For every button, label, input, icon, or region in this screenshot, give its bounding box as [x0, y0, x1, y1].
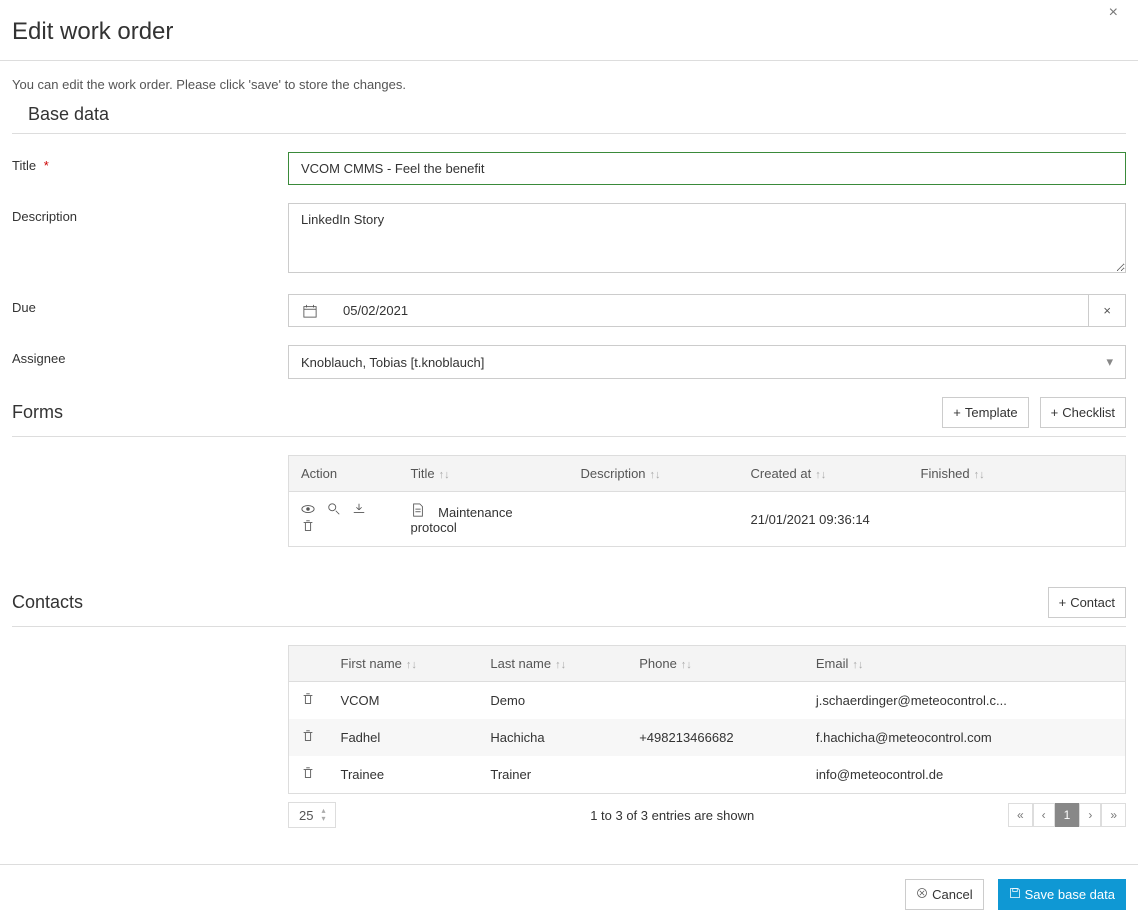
table-row: TraineeTrainer info@meteocontrol.de	[289, 756, 1126, 794]
sort-icon: ↑↓	[555, 659, 566, 671]
description-label: Description	[12, 209, 77, 224]
trash-icon[interactable]	[301, 521, 315, 536]
col-finished[interactable]: Finished	[921, 466, 970, 481]
clear-due-icon[interactable]: ×	[1089, 294, 1126, 327]
description-input[interactable]	[288, 203, 1126, 273]
table-row: FadhelHachicha+498213466682f.hachicha@me…	[289, 719, 1126, 756]
sort-icon: ↑↓	[681, 659, 692, 671]
contact-email: j.schaerdinger@meteocontrol.c...	[804, 682, 1126, 720]
plus-icon: +	[1059, 595, 1067, 610]
view-icon[interactable]	[301, 504, 315, 519]
contact-last: Trainer	[478, 756, 627, 794]
chevron-down-icon: ▾	[1106, 354, 1113, 370]
form-title: Maintenance protocol	[411, 505, 513, 535]
section-contacts-heading: Contacts	[12, 592, 83, 613]
sort-icon: ↑↓	[439, 469, 450, 481]
contact-last: Hachicha	[478, 719, 627, 756]
assignee-select[interactable]: Knoblauch, Tobias [t.knoblauch] ▾	[288, 345, 1126, 379]
trash-icon[interactable]	[301, 731, 315, 746]
col-first-name[interactable]: First name	[341, 656, 402, 671]
pager-last[interactable]: »	[1101, 803, 1126, 827]
col-phone[interactable]: Phone	[639, 656, 677, 671]
cancel-button[interactable]: Cancel	[905, 879, 983, 910]
sort-icon: ↑↓	[406, 659, 417, 671]
due-label: Due	[12, 300, 36, 315]
col-action: Action	[301, 466, 337, 481]
dialog-title: Edit work order	[12, 18, 173, 46]
add-contact-button[interactable]: + Contact	[1048, 587, 1126, 618]
contact-email: f.hachicha@meteocontrol.com	[804, 719, 1126, 756]
section-base-data-heading: Base data	[28, 104, 109, 125]
sort-icon: ↑↓	[650, 469, 661, 481]
save-icon	[1009, 887, 1021, 902]
close-icon[interactable]: ×	[1109, 4, 1118, 22]
dialog-body: You can edit the work order. Please clic…	[0, 61, 1138, 864]
add-template-button[interactable]: + Template	[942, 397, 1028, 428]
form-created: 21/01/2021 09:36:14	[739, 492, 909, 547]
assignee-value: Knoblauch, Tobias [t.knoblauch]	[301, 355, 484, 370]
cancel-icon	[916, 887, 928, 902]
col-email[interactable]: Email	[816, 656, 849, 671]
pager-summary: 1 to 3 of 3 entries are shown	[590, 808, 754, 823]
required-marker: *	[44, 158, 49, 173]
help-text: You can edit the work order. Please clic…	[12, 77, 1126, 92]
pager-first[interactable]: «	[1008, 803, 1033, 827]
plus-icon: +	[953, 405, 961, 420]
form-finished	[909, 492, 1126, 547]
contact-first: VCOM	[329, 682, 479, 720]
contact-last: Demo	[478, 682, 627, 720]
sort-icon: ↑↓	[815, 469, 826, 481]
trash-icon[interactable]	[301, 768, 315, 783]
col-last-name[interactable]: Last name	[490, 656, 551, 671]
add-checklist-button[interactable]: + Checklist	[1040, 397, 1126, 428]
calendar-icon[interactable]	[288, 294, 331, 327]
title-label: Title	[12, 158, 36, 173]
save-button[interactable]: Save base data	[998, 879, 1126, 910]
stepper-icon: ▴▾	[321, 807, 325, 823]
trash-icon[interactable]	[301, 694, 315, 709]
contact-first: Trainee	[329, 756, 479, 794]
table-row: Maintenance protocol 21/01/2021 09:36:14	[289, 492, 1126, 547]
table-row: VCOMDemo j.schaerdinger@meteocontrol.c...	[289, 682, 1126, 720]
sort-icon: ↑↓	[974, 469, 985, 481]
contact-first: Fadhel	[329, 719, 479, 756]
pager-page-1[interactable]: 1	[1055, 803, 1080, 827]
contacts-table: First name↑↓ Last name↑↓ Phone↑↓ Email↑↓…	[288, 645, 1126, 794]
contact-phone	[627, 682, 804, 720]
assignee-label: Assignee	[12, 351, 65, 366]
form-description	[569, 492, 739, 547]
contact-phone: +498213466682	[627, 719, 804, 756]
section-forms-heading: Forms	[12, 402, 63, 423]
due-input[interactable]	[331, 294, 1089, 327]
sort-icon: ↑↓	[852, 659, 863, 671]
col-title[interactable]: Title	[411, 466, 435, 481]
pager-next[interactable]: ›	[1079, 803, 1101, 827]
plus-icon: +	[1051, 405, 1059, 420]
col-created[interactable]: Created at	[751, 466, 812, 481]
document-icon	[411, 505, 425, 520]
title-input[interactable]	[288, 152, 1126, 185]
page-size-select[interactable]: 25 ▴▾	[288, 802, 336, 828]
forms-table: Action Title↑↓ Description↑↓ Created at↑…	[288, 455, 1126, 547]
pager-prev[interactable]: ‹	[1033, 803, 1055, 827]
download-icon[interactable]	[352, 504, 366, 519]
search-icon[interactable]	[327, 504, 341, 519]
contact-phone	[627, 756, 804, 794]
col-description[interactable]: Description	[581, 466, 646, 481]
contact-email: info@meteocontrol.de	[804, 756, 1126, 794]
